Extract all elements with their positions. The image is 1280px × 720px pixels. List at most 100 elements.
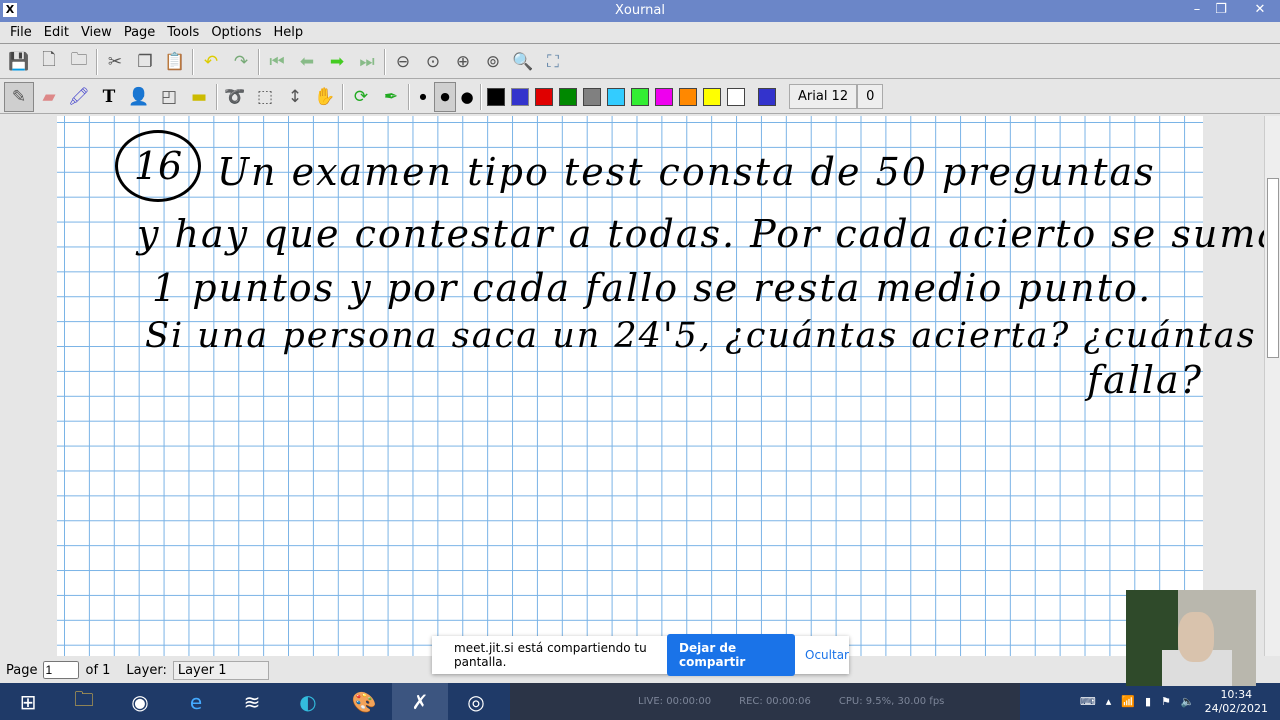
paint-icon[interactable]: 🎨 bbox=[336, 683, 392, 720]
canvas-area[interactable]: 16 Un examen tipo test consta de 50 preg… bbox=[0, 116, 1264, 656]
image-tool-icon[interactable]: 👤 bbox=[124, 82, 154, 112]
scrollbar-thumb[interactable] bbox=[1267, 178, 1279, 358]
separator bbox=[216, 83, 218, 110]
font-button[interactable]: Arial 12 bbox=[789, 84, 858, 109]
fullscreen-icon[interactable]: ⛶ bbox=[538, 47, 568, 77]
next-page-icon[interactable]: ➡ bbox=[322, 47, 352, 77]
font-size-value[interactable]: 0 bbox=[857, 84, 884, 109]
eraser-icon[interactable]: ▰ bbox=[34, 82, 64, 112]
color-swatch[interactable] bbox=[535, 87, 553, 106]
menu-bar: File Edit View Page Tools Options Help bbox=[0, 22, 1280, 44]
medium-pen-icon[interactable]: ● bbox=[434, 81, 456, 112]
menu-file[interactable]: File bbox=[4, 22, 38, 43]
flag-icon[interactable]: ⚑ bbox=[1161, 695, 1171, 708]
open-icon[interactable]: 🗀 bbox=[64, 47, 94, 77]
start-icon[interactable]: ⊞ bbox=[0, 683, 56, 720]
cut-icon[interactable]: ✂ bbox=[100, 47, 130, 77]
close-button[interactable]: ✕ bbox=[1240, 0, 1280, 22]
highlighter-icon[interactable]: 🖍 bbox=[64, 82, 94, 112]
obs-status: LIVE: 00:00:00 REC: 00:00:06 CPU: 9.5%, … bbox=[510, 683, 1020, 720]
separator bbox=[408, 83, 410, 110]
vertical-scrollbar[interactable] bbox=[1264, 116, 1280, 656]
color-swatch[interactable] bbox=[758, 87, 776, 106]
app-icon[interactable]: ≋ bbox=[224, 683, 280, 720]
color-swatch[interactable] bbox=[727, 87, 745, 106]
webcam-preview bbox=[1126, 590, 1256, 686]
hide-button[interactable]: Ocultar bbox=[805, 648, 849, 662]
note-line: y hay que contestar a todas. Por cada ac… bbox=[137, 212, 1264, 256]
zoom-out-icon[interactable]: ⊖ bbox=[388, 47, 418, 77]
color-swatch[interactable] bbox=[559, 87, 577, 106]
system-tray: ⌨ ▴ 📶 ▮ ⚑ 🔈 10:34 24/02/2021 bbox=[1020, 683, 1280, 720]
note-line: Un examen tipo test consta de 50 pregunt… bbox=[217, 150, 1156, 194]
menu-tools[interactable]: Tools bbox=[161, 22, 205, 43]
shape-recognizer-icon[interactable]: ◰ bbox=[154, 82, 184, 112]
lasso-icon[interactable]: ➰ bbox=[220, 82, 250, 112]
zoom-in-icon[interactable]: ⊕ bbox=[448, 47, 478, 77]
separator bbox=[480, 83, 482, 110]
paste-icon[interactable]: 📋 bbox=[160, 47, 190, 77]
minimize-button[interactable]: – bbox=[1184, 0, 1210, 22]
text-tool-icon[interactable]: T bbox=[94, 82, 124, 112]
note-line: 1 puntos y por cada fallo se resta medio… bbox=[152, 266, 1153, 310]
ruler-icon[interactable]: ▬ bbox=[184, 82, 214, 112]
zoom-fit-icon[interactable]: ⊙ bbox=[418, 47, 448, 77]
save-icon[interactable]: 💾 bbox=[4, 47, 34, 77]
chrome-icon[interactable]: ◉ bbox=[112, 683, 168, 720]
color-swatch[interactable] bbox=[703, 87, 721, 106]
pen-icon[interactable]: ✎ bbox=[4, 81, 34, 112]
battery-icon[interactable]: ▮ bbox=[1145, 695, 1151, 708]
keyboard-icon[interactable]: ⌨ bbox=[1080, 695, 1096, 708]
default-pen-icon[interactable]: ✒ bbox=[376, 82, 406, 112]
color-swatch[interactable] bbox=[511, 87, 529, 106]
volume-icon[interactable]: 🔈 bbox=[1181, 695, 1195, 708]
network-icon[interactable]: 📶 bbox=[1121, 695, 1135, 708]
explorer-icon[interactable]: 🗀 bbox=[56, 683, 112, 720]
color-swatch[interactable] bbox=[583, 87, 601, 106]
undo-icon[interactable]: ↶ bbox=[196, 47, 226, 77]
zoom-page-icon[interactable]: 🔍 bbox=[508, 47, 538, 77]
app-icon: X bbox=[3, 3, 17, 17]
tray-expand-icon[interactable]: ▴ bbox=[1106, 695, 1112, 708]
menu-edit[interactable]: Edit bbox=[38, 22, 75, 43]
edge-icon[interactable]: ◐ bbox=[280, 683, 336, 720]
thick-pen-icon[interactable]: ● bbox=[456, 82, 478, 112]
menu-options[interactable]: Options bbox=[205, 22, 267, 43]
clock[interactable]: 10:34 24/02/2021 bbox=[1205, 688, 1268, 716]
menu-help[interactable]: Help bbox=[268, 22, 310, 43]
separator bbox=[384, 48, 386, 75]
color-swatch[interactable] bbox=[607, 87, 625, 106]
menu-view[interactable]: View bbox=[75, 22, 118, 43]
prev-page-icon[interactable]: ⬅ bbox=[292, 47, 322, 77]
main-toolbar: 💾 🗋 🗀 ✂ ❐ 📋 ↶ ↷ ⏮ ⬅ ➡ ⏭ ⊖ ⊙ ⊕ ⊚ 🔍 ⛶ bbox=[0, 45, 1280, 79]
xournal-task-icon[interactable]: ✗ bbox=[392, 683, 448, 720]
new-icon[interactable]: 🗋 bbox=[34, 47, 64, 77]
ie-icon[interactable]: e bbox=[168, 683, 224, 720]
color-palette bbox=[484, 87, 779, 106]
hand-icon[interactable]: ✋ bbox=[310, 82, 340, 112]
zoom-100-icon[interactable]: ⊚ bbox=[478, 47, 508, 77]
page-number-input[interactable] bbox=[43, 661, 80, 679]
redo-icon[interactable]: ↷ bbox=[226, 47, 256, 77]
vertical-space-icon[interactable]: ↕ bbox=[280, 82, 310, 112]
clock-date: 24/02/2021 bbox=[1204, 701, 1268, 715]
color-swatch[interactable] bbox=[655, 87, 673, 106]
last-page-icon[interactable]: ⏭ bbox=[352, 47, 382, 77]
default-tool-icon[interactable]: ⟳ bbox=[346, 82, 376, 112]
layer-select[interactable]: Layer 1 bbox=[172, 660, 269, 680]
title-bar: X Xournal – ❐ ✕ bbox=[0, 0, 1280, 22]
maximize-button[interactable]: ❐ bbox=[1208, 0, 1234, 22]
rect-select-icon[interactable]: ⬚ bbox=[250, 82, 280, 112]
first-page-icon[interactable]: ⏮ bbox=[262, 47, 292, 77]
thin-pen-icon[interactable]: ● bbox=[412, 82, 434, 112]
obs-cpu: CPU: 9.5%, 30.00 fps bbox=[838, 696, 945, 707]
obs-rec: REC: 00:00:06 bbox=[739, 696, 811, 707]
note-page[interactable]: 16 Un examen tipo test consta de 50 preg… bbox=[57, 116, 1264, 656]
color-swatch[interactable] bbox=[487, 87, 505, 106]
color-swatch[interactable] bbox=[679, 87, 697, 106]
menu-page[interactable]: Page bbox=[118, 22, 161, 43]
stop-sharing-button[interactable]: Dejar de compartir bbox=[667, 634, 796, 676]
color-swatch[interactable] bbox=[631, 87, 649, 106]
copy-icon[interactable]: ❐ bbox=[130, 47, 160, 77]
obs-icon[interactable]: ◎ bbox=[448, 683, 504, 720]
